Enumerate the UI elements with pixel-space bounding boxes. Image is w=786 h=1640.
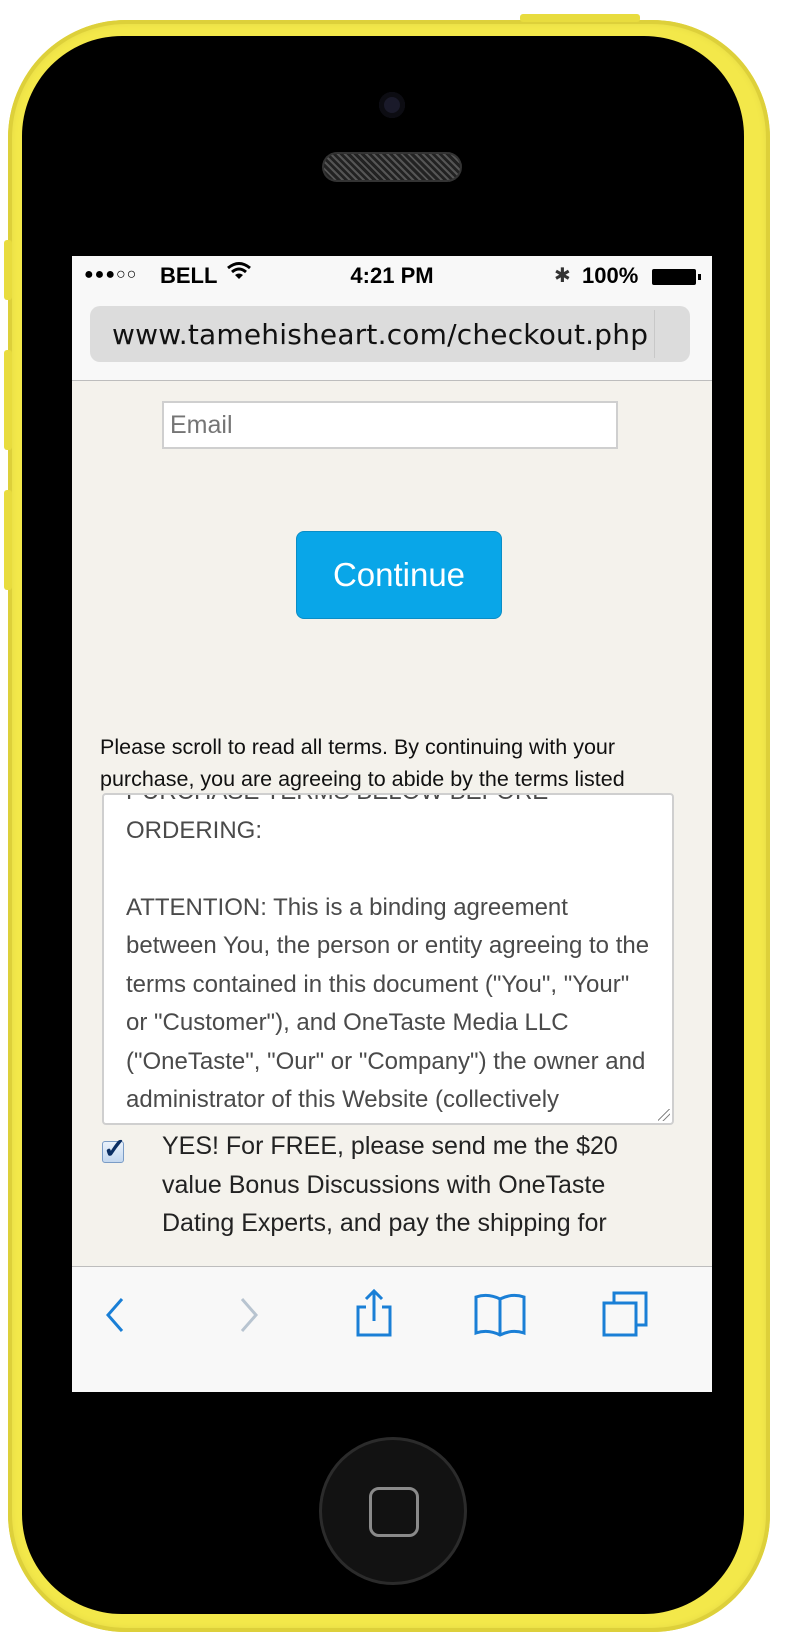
address-bar-divider: [654, 310, 655, 358]
browser-toolbar: [72, 1266, 712, 1392]
bonus-checkbox[interactable]: ✓: [102, 1133, 126, 1164]
continue-button[interactable]: Continue: [296, 531, 502, 619]
bluetooth-icon: ✱: [554, 265, 571, 287]
volume-up-button: [4, 350, 12, 450]
back-icon[interactable]: [88, 1285, 148, 1345]
share-icon[interactable]: [344, 1285, 404, 1345]
earpiece-speaker: [322, 152, 462, 182]
bonus-offer-label: YES! For FREE, please send me the $20 va…: [162, 1132, 618, 1237]
mute-switch: [4, 240, 12, 300]
checkout-page: Continue Please scroll to read all terms…: [72, 381, 712, 1266]
browser-address-area: www.tamehisheart.com/checkout.php: [72, 296, 712, 381]
terms-textarea[interactable]: PURCHASE TERMS BELOW BEFORE ORDERING: AT…: [102, 793, 674, 1125]
volume-down-button: [4, 490, 12, 590]
home-button[interactable]: [322, 1440, 464, 1582]
front-camera: [379, 92, 405, 118]
tabs-icon[interactable]: [596, 1285, 656, 1345]
battery-percent: 100%: [582, 263, 639, 288]
home-square-icon: [369, 1487, 419, 1537]
phone-screen: ●●●○○ BELL 4:21 PM ✱ 100% www.tamehishea…: [72, 256, 712, 1392]
battery-icon: [652, 269, 701, 285]
forward-icon[interactable]: [218, 1285, 278, 1345]
address-bar[interactable]: www.tamehisheart.com/checkout.php: [90, 306, 690, 362]
terms-text: PURCHASE TERMS BELOW BEFORE ORDERING: AT…: [126, 795, 650, 1113]
bookmarks-icon[interactable]: [470, 1285, 530, 1345]
terms-instructions: Please scroll to read all terms. By cont…: [100, 735, 625, 791]
checkmark-icon: ✓: [103, 1133, 127, 1164]
power-button: [520, 14, 640, 22]
resize-handle-icon[interactable]: [658, 1109, 670, 1121]
url-text: www.tamehisheart.com/checkout.php: [112, 318, 649, 351]
email-field[interactable]: [162, 401, 618, 449]
status-bar: ●●●○○ BELL 4:21 PM ✱ 100%: [72, 256, 712, 296]
